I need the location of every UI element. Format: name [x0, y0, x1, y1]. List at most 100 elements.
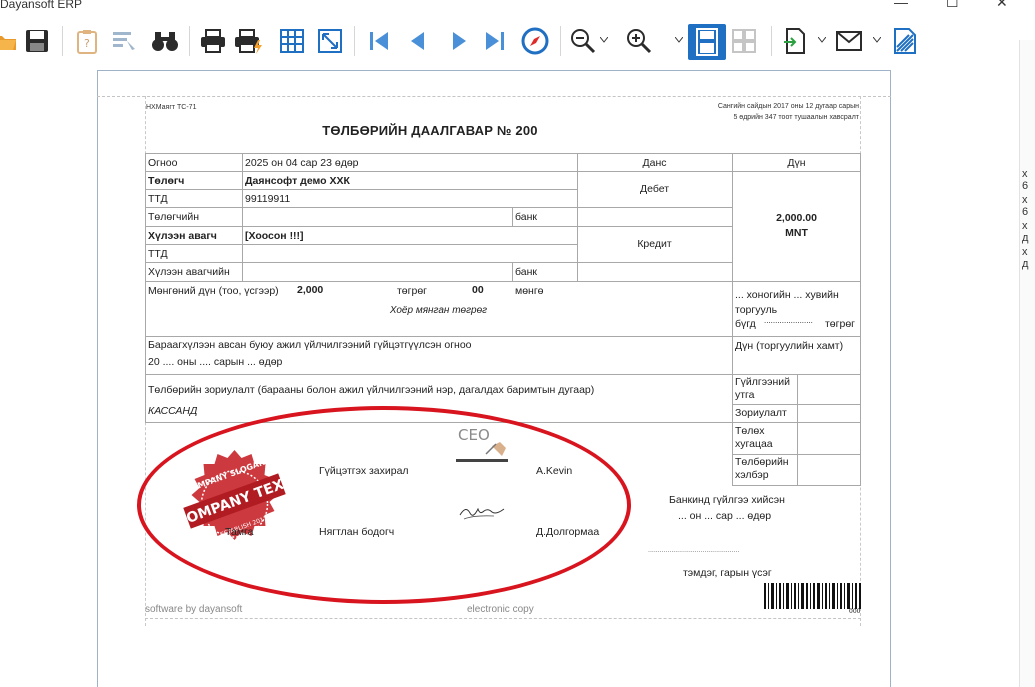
export-dropdown[interactable]: [817, 32, 827, 48]
maximize-button[interactable]: ☐: [946, 0, 959, 11]
mongo-value: 00: [472, 284, 484, 296]
table-line: [145, 171, 861, 172]
close-button[interactable]: ✕: [996, 0, 1008, 11]
table-line: [145, 207, 732, 208]
fit-page-icon[interactable]: [315, 26, 345, 56]
accountant-label: Нягтлан бодогч: [319, 526, 395, 538]
zoom-out-icon[interactable]: [568, 26, 598, 56]
next-page-icon[interactable]: [444, 26, 474, 56]
toolbar: ?: [0, 16, 1035, 68]
right-panel-item[interactable]: х 6: [1022, 168, 1035, 192]
table-line: [145, 226, 732, 227]
zoom-out-dropdown[interactable]: [599, 32, 609, 48]
table-line: [732, 485, 861, 486]
table-line: [860, 153, 861, 485]
penalty-line: торгууль: [735, 304, 778, 316]
date-label: Огноо: [148, 157, 178, 169]
right-panel-item[interactable]: х 6: [1022, 194, 1035, 218]
margin-guide: [97, 96, 891, 97]
multi-page-icon[interactable]: [729, 26, 759, 56]
clipboard-icon[interactable]: ?: [72, 26, 102, 56]
open-folder-icon[interactable]: [0, 26, 20, 56]
table-line: [145, 244, 577, 245]
print-icon[interactable]: [198, 26, 228, 56]
payer-tin-label: ТТД: [148, 193, 168, 205]
watermark-icon[interactable]: [890, 26, 920, 56]
toolbar-separator: [189, 26, 190, 56]
page-setup-icon[interactable]: [109, 26, 139, 56]
penalty-line: ... хоногийн ... хувийн: [735, 289, 839, 301]
minimize-button[interactable]: —: [894, 0, 908, 10]
approval-line: 5 өдрийн 347 тоот тушаалын хавсралт: [733, 114, 859, 121]
receiver-tin-label: ТТД: [148, 248, 168, 260]
single-page-icon[interactable]: [688, 24, 726, 60]
email-dropdown[interactable]: [872, 32, 882, 48]
pay-period-label: Төлөх хугацаа: [735, 425, 773, 450]
bank-stamp-signature: тэмдэг, гарын үсэг: [683, 567, 772, 579]
receiver-bank-label: банк: [515, 266, 538, 278]
table-line: [145, 153, 861, 154]
toolbar-separator: [560, 26, 561, 56]
bank-processed-label: Банкинд гүйлгээ хийсэн: [669, 494, 785, 506]
currency: MNT: [785, 227, 808, 239]
amount-number: 2,000: [297, 284, 324, 296]
table-line: [577, 153, 578, 281]
director-name: A.Kevin: [536, 465, 573, 477]
zoom-in-icon[interactable]: [624, 26, 654, 56]
last-page-icon[interactable]: [480, 26, 510, 56]
delivery-date: 20 .... оны .... сарын ... өдөр: [148, 356, 283, 368]
director-label: Гүйцэтгэх захирал: [319, 465, 409, 477]
email-icon[interactable]: [834, 26, 864, 56]
payer-label: Төлөгч: [148, 175, 185, 187]
table-line: [512, 207, 513, 226]
export-icon[interactable]: [780, 26, 810, 56]
receiver-account-label: Хүлээн авагчийн: [148, 266, 230, 278]
table-line: [242, 153, 243, 281]
grid-icon[interactable]: [277, 26, 307, 56]
date-value: 2025 он 04 сар 23 өдөр: [245, 157, 359, 169]
payer-value: Даянсофт демо ХХК: [245, 175, 350, 187]
accountant-signature-icon: [459, 507, 505, 520]
penalty-togrog: төгрөг: [825, 318, 855, 330]
document-title: ТӨЛБӨРИЙН ДААЛГАВАР № 200: [322, 123, 538, 138]
penalty-dots: ......................: [764, 316, 813, 325]
quick-print-icon[interactable]: [234, 26, 264, 56]
save-icon[interactable]: [22, 26, 52, 56]
margin-guide: [145, 618, 861, 619]
table-line: [732, 153, 733, 485]
ceo-signature-image: CEO: [456, 426, 508, 462]
ceo-logo-text: CEO: [458, 426, 490, 444]
toolbar-separator: [62, 26, 63, 56]
first-page-icon[interactable]: [364, 26, 394, 56]
company-stamp: COMPANY TEXT COMPANY SLOGAN ESTABLISH 20…: [178, 450, 291, 540]
total-with-penalty: Дүн (торгуулийн хамт): [735, 340, 844, 352]
transaction-code-label: Гүйлгээний утга: [735, 376, 791, 401]
toolbar-separator: [354, 26, 355, 56]
app-title: Dayansoft ERP: [0, 0, 83, 11]
table-line: [145, 189, 577, 190]
penalty-line: бүгд: [735, 318, 756, 330]
togrog-label: төгрөг: [397, 285, 427, 297]
delivery-label: Бараагхүлээн авсан буюу ажил үйлчилгээни…: [148, 339, 472, 351]
credit-label: Кредит: [637, 238, 672, 250]
table-line: [145, 262, 732, 263]
form-code: НХМаягт ТС-71: [146, 104, 197, 111]
prev-page-icon[interactable]: [403, 26, 433, 56]
right-panel-item[interactable]: х д: [1022, 246, 1035, 270]
receiver-value: [Хоосон !!!]: [245, 230, 304, 242]
debit-label: Дебет: [639, 183, 670, 195]
bank-signature-dots: ........................................…: [648, 547, 740, 554]
view-mode-dropdown[interactable]: [674, 32, 684, 48]
right-panel-item[interactable]: х д: [1022, 220, 1035, 244]
navigate-icon[interactable]: [520, 26, 550, 56]
pay-method-label: Төлбөрийн хэлбэр: [735, 456, 789, 481]
amount-words-label: Мөнгөний дүн (тоо, үсгээр): [148, 285, 279, 297]
approval-line: Сангийн сайдын 2017 оны 12 дугаар сарын: [717, 103, 859, 110]
binoculars-icon[interactable]: [150, 26, 180, 56]
account-header: Данс: [642, 157, 667, 169]
software-credit: software by dayansoft: [145, 604, 243, 615]
purpose-code-label: Зориулалт: [735, 407, 787, 419]
payer-account-label: Төлөгчийн: [148, 211, 200, 223]
amount-value: 2,000.00: [776, 212, 817, 224]
purpose-value: КАССАНД: [148, 405, 198, 417]
